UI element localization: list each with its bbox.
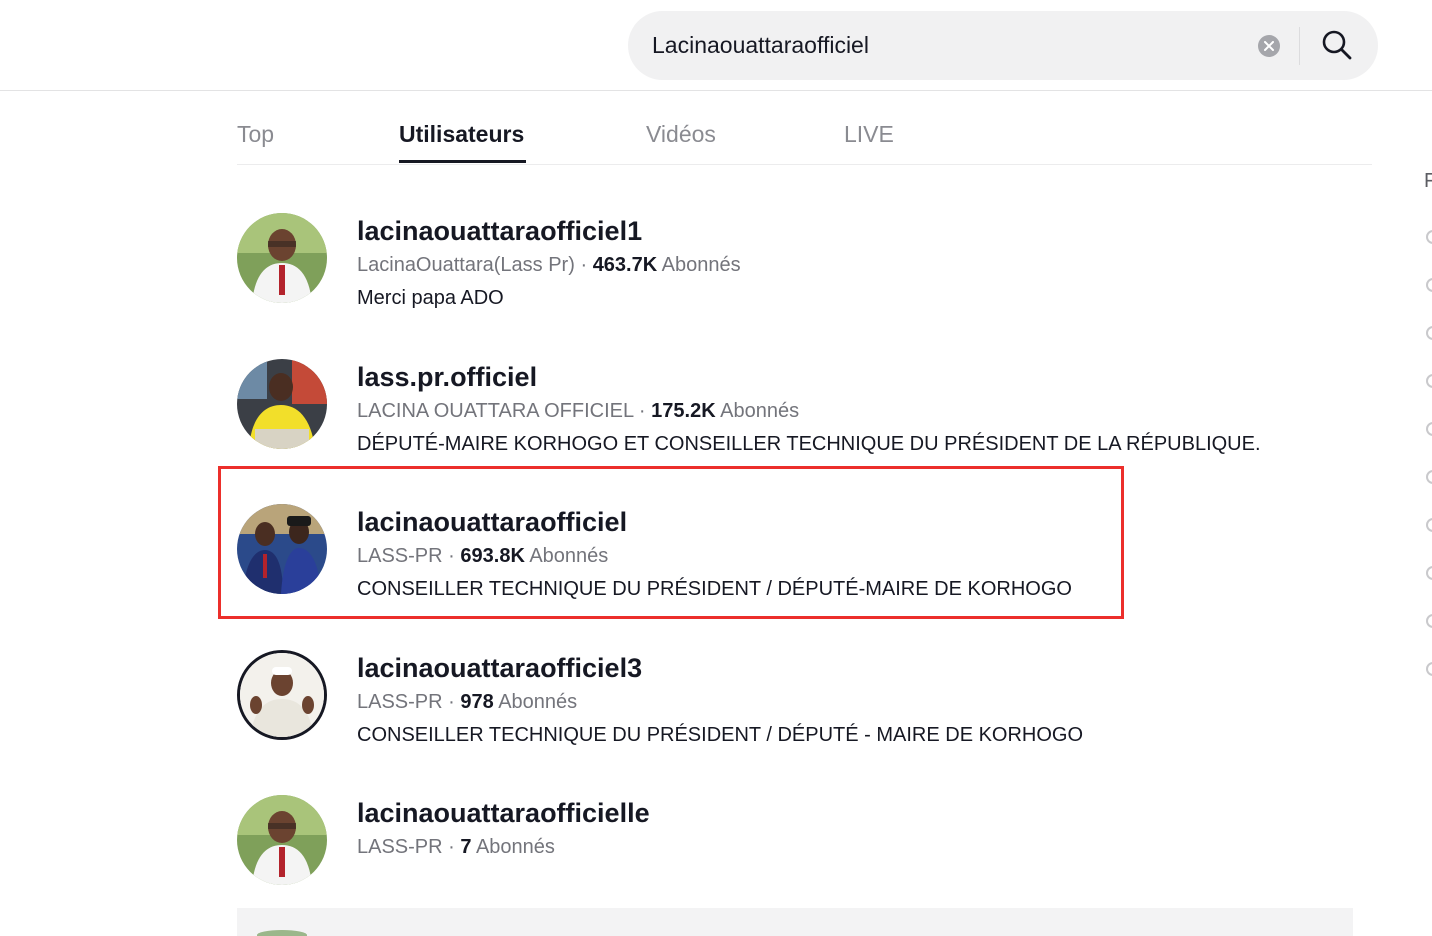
display-name: LacinaOuattara(Lass Pr) [357, 254, 575, 276]
search-icon [1322, 30, 1352, 60]
follower-label: Abonnés [661, 254, 741, 276]
search-tabs: Top Utilisateurs Vidéos LIVE [237, 104, 1372, 165]
rail-item-icon[interactable] [1426, 614, 1432, 628]
separator: · [638, 400, 646, 422]
follower-count: 7 [460, 836, 472, 858]
display-name: LASS-PR [357, 836, 443, 858]
follower-count: 175.2K [651, 400, 716, 422]
username[interactable]: lacinaouattaraofficiel3 [357, 653, 642, 684]
avatar [257, 930, 307, 936]
user-result-item[interactable]: lacinaouattaraofficiel1 LacinaOuattara(L… [237, 200, 1337, 310]
avatar[interactable] [237, 213, 327, 303]
active-tab-indicator [399, 160, 526, 163]
user-bio: Merci papa ADO [357, 287, 504, 309]
display-name: LASS-PR [357, 691, 443, 713]
user-meta: LACINA OUATTARA OFFICIEL · 175.2K Abonné… [357, 400, 799, 423]
username[interactable]: lass.pr.officiel [357, 362, 537, 393]
avatar[interactable] [237, 650, 327, 740]
rail-item-icon[interactable] [1426, 374, 1432, 388]
user-result-item[interactable]: lass.pr.officiel LACINA OUATTARA OFFICIE… [237, 346, 1337, 456]
username[interactable]: lacinaouattaraofficiel1 [357, 216, 642, 247]
follower-count: 978 [460, 691, 494, 713]
search-box [628, 11, 1378, 80]
tab-users[interactable]: Utilisateurs [399, 104, 524, 165]
username[interactable]: lacinaouattaraofficielle [357, 798, 650, 829]
rail-item-icon[interactable] [1426, 518, 1432, 532]
search-input[interactable] [652, 11, 1252, 80]
top-bar [0, 0, 1432, 91]
user-meta: LacinaOuattara(Lass Pr) · 463.7K Abonnés [357, 254, 741, 277]
user-bio: CONSEILLER TECHNIQUE DU PRÉSIDENT / DÉPU… [357, 724, 1084, 746]
follower-count: 463.7K [592, 254, 658, 276]
user-result-item[interactable]: lacinaouattaraofficielle LASS-PR · 7 Abo… [237, 782, 1337, 892]
close-circle-icon[interactable] [1258, 35, 1280, 57]
search-divider [1299, 27, 1300, 65]
search-button[interactable] [1308, 11, 1378, 80]
rail-item-icon[interactable] [1426, 566, 1432, 580]
separator: · [448, 691, 455, 713]
tab-live[interactable]: LIVE [844, 104, 894, 165]
rail-item-icon[interactable] [1426, 662, 1432, 676]
separator: · [448, 836, 455, 858]
avatar[interactable] [237, 359, 327, 449]
follower-label: Abonnés [475, 836, 555, 858]
avatar[interactable] [237, 795, 327, 885]
rail-item-icon[interactable] [1426, 326, 1432, 340]
tab-top[interactable]: Top [237, 104, 274, 165]
rail-item-icon[interactable] [1426, 230, 1432, 244]
user-meta: LASS-PR · 978 Abonnés [357, 691, 577, 714]
next-result-card[interactable] [237, 908, 1353, 936]
follower-label: Abonnés [498, 691, 578, 713]
tab-videos[interactable]: Vidéos [646, 104, 716, 165]
rail-item-icon[interactable] [1426, 422, 1432, 436]
right-rail-heading: F [1424, 170, 1432, 192]
user-meta: LASS-PR · 7 Abonnés [357, 836, 555, 859]
display-name: LACINA OUATTARA OFFICIEL [357, 400, 634, 422]
user-bio: DÉPUTÉ-MAIRE KORHOGO ET CONSEILLER TECHN… [357, 433, 1261, 455]
rail-item-icon[interactable] [1426, 278, 1432, 292]
user-result-item[interactable]: lacinaouattaraofficiel3 LASS-PR · 978 Ab… [237, 637, 1337, 747]
highlight-box [218, 466, 1124, 619]
rail-item-icon[interactable] [1426, 470, 1432, 484]
separator: · [580, 254, 588, 276]
follower-label: Abonnés [720, 400, 800, 422]
